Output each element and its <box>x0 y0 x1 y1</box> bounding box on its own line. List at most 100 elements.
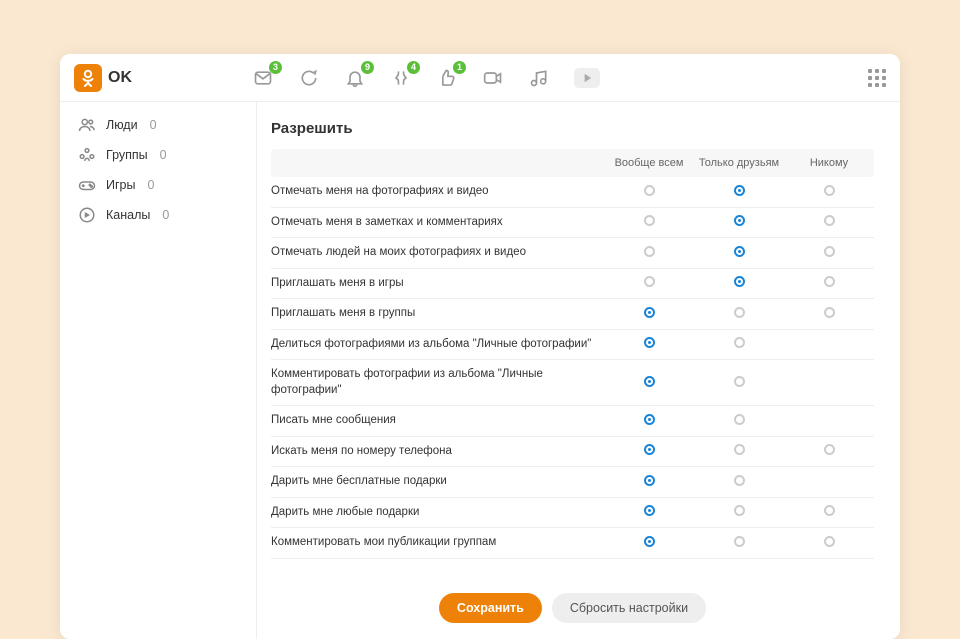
radio-option[interactable] <box>824 185 835 196</box>
permission-row: Отмечать меня в заметках и комментариях <box>271 208 874 239</box>
radio-option[interactable] <box>644 185 655 196</box>
permission-row: Приглашать меня в игры <box>271 269 874 300</box>
save-button[interactable]: Сохранить <box>439 593 542 623</box>
radio-option[interactable] <box>644 444 655 455</box>
radio-option[interactable] <box>644 307 655 318</box>
radio-option[interactable] <box>734 376 745 387</box>
radio-option[interactable] <box>644 536 655 547</box>
permission-label: Писать мне сообщения <box>271 413 604 429</box>
messages-icon[interactable]: 3 <box>252 67 274 89</box>
sidebar-item-count: 0 <box>160 148 167 162</box>
permission-label: Искать меня по номеру телефона <box>271 444 604 460</box>
sidebar-item-count: 0 <box>147 178 154 192</box>
radio-option[interactable] <box>734 215 745 226</box>
people-icon <box>78 116 96 134</box>
video-call-icon[interactable] <box>482 67 504 89</box>
reset-button[interactable]: Сбросить настройки <box>552 593 706 623</box>
logo[interactable]: OK <box>74 64 132 92</box>
music-icon[interactable] <box>528 67 550 89</box>
radio-option[interactable] <box>734 505 745 516</box>
permission-row: Писать мне сообщения <box>271 406 874 437</box>
channels-icon <box>78 206 96 224</box>
radio-option[interactable] <box>824 307 835 318</box>
radio-option[interactable] <box>734 444 745 455</box>
permissions-table: Отмечать меня на фотографиях и видео Отме… <box>271 177 874 559</box>
permission-label: Отмечать меня на фотографиях и видео <box>271 184 604 200</box>
sidebar: Люди 0 Группы 0 Игры 0 <box>60 102 256 639</box>
radio-option[interactable] <box>734 246 745 257</box>
radio-option[interactable] <box>734 276 745 287</box>
radio-option[interactable] <box>644 475 655 486</box>
ok-logo-icon <box>74 64 102 92</box>
sidebar-item-label: Игры <box>106 178 135 192</box>
permission-row: Отмечать людей на моих фотографиях и вид… <box>271 238 874 269</box>
permission-label: Дарить мне бесплатные подарки <box>271 474 604 490</box>
sidebar-item-channels[interactable]: Каналы 0 <box>70 200 256 230</box>
permissions-header: Вообще всем Только друзьям Никому <box>271 149 874 177</box>
radio-option[interactable] <box>734 475 745 486</box>
sidebar-item-games[interactable]: Игры 0 <box>70 170 256 200</box>
apps-menu-icon[interactable] <box>868 69 886 87</box>
permission-label: Делиться фотографиями из альбома "Личные… <box>271 337 604 353</box>
radio-option[interactable] <box>824 536 835 547</box>
main-content: Разрешить Вообще всем Только друзьям Ник… <box>256 102 900 639</box>
permission-row: Искать меня по номеру телефона <box>271 437 874 468</box>
col-friends: Только друзьям <box>694 157 784 169</box>
permission-label: Комментировать фотографии из альбома "Ли… <box>271 367 604 398</box>
sidebar-item-groups[interactable]: Группы 0 <box>70 140 256 170</box>
notifications-badge: 9 <box>361 61 374 74</box>
header: OK 3 9 4 1 <box>60 54 900 102</box>
radio-option[interactable] <box>824 505 835 516</box>
sidebar-item-people[interactable]: Люди 0 <box>70 110 256 140</box>
sidebar-item-label: Группы <box>106 148 148 162</box>
col-everyone: Вообще всем <box>604 157 694 169</box>
games-icon <box>78 176 96 194</box>
radio-option[interactable] <box>824 246 835 257</box>
radio-option[interactable] <box>734 185 745 196</box>
permission-row: Делиться фотографиями из альбома "Личные… <box>271 330 874 361</box>
radio-option[interactable] <box>734 536 745 547</box>
permission-row: Комментировать мои публикации группам <box>271 528 874 559</box>
col-nobody: Никому <box>784 157 874 169</box>
radio-option[interactable] <box>644 505 655 516</box>
logo-text: OK <box>108 69 132 87</box>
radio-option[interactable] <box>734 414 745 425</box>
radio-option[interactable] <box>824 444 835 455</box>
permission-row: Комментировать фотографии из альбома "Ли… <box>271 360 874 406</box>
permission-label: Отмечать людей на моих фотографиях и вид… <box>271 245 604 261</box>
radio-option[interactable] <box>734 307 745 318</box>
radio-option[interactable] <box>644 246 655 257</box>
radio-option[interactable] <box>644 376 655 387</box>
radio-option[interactable] <box>644 276 655 287</box>
groups-icon <box>78 146 96 164</box>
guests-icon[interactable]: 4 <box>390 67 412 89</box>
section-title-permissions: Разрешить <box>271 120 874 137</box>
radio-option[interactable] <box>734 337 745 348</box>
radio-option[interactable] <box>644 215 655 226</box>
permission-row: Приглашать меня в группы <box>271 299 874 330</box>
discussions-icon[interactable] <box>298 67 320 89</box>
permission-label: Дарить мне любые подарки <box>271 505 604 521</box>
permission-label: Приглашать меня в игры <box>271 276 604 292</box>
header-icons: 3 9 4 1 <box>252 67 868 89</box>
app-window: OK 3 9 4 1 <box>60 54 900 639</box>
radio-option[interactable] <box>824 215 835 226</box>
video-icon[interactable] <box>574 68 600 88</box>
radio-option[interactable] <box>824 276 835 287</box>
radio-option[interactable] <box>644 337 655 348</box>
guests-badge: 4 <box>407 61 420 74</box>
sidebar-item-label: Каналы <box>106 208 150 222</box>
permission-label: Отмечать меня в заметках и комментариях <box>271 215 604 231</box>
sidebar-item-count: 0 <box>162 208 169 222</box>
permission-row: Дарить мне любые подарки <box>271 498 874 529</box>
notifications-icon[interactable]: 9 <box>344 67 366 89</box>
radio-option[interactable] <box>644 414 655 425</box>
sidebar-item-label: Люди <box>106 118 138 132</box>
likes-icon[interactable]: 1 <box>436 67 458 89</box>
sidebar-item-count: 0 <box>150 118 157 132</box>
permission-label: Комментировать мои публикации группам <box>271 535 604 551</box>
likes-badge: 1 <box>453 61 466 74</box>
footer-actions: Сохранить Сбросить настройки <box>271 579 874 639</box>
permission-row: Дарить мне бесплатные подарки <box>271 467 874 498</box>
messages-badge: 3 <box>269 61 282 74</box>
